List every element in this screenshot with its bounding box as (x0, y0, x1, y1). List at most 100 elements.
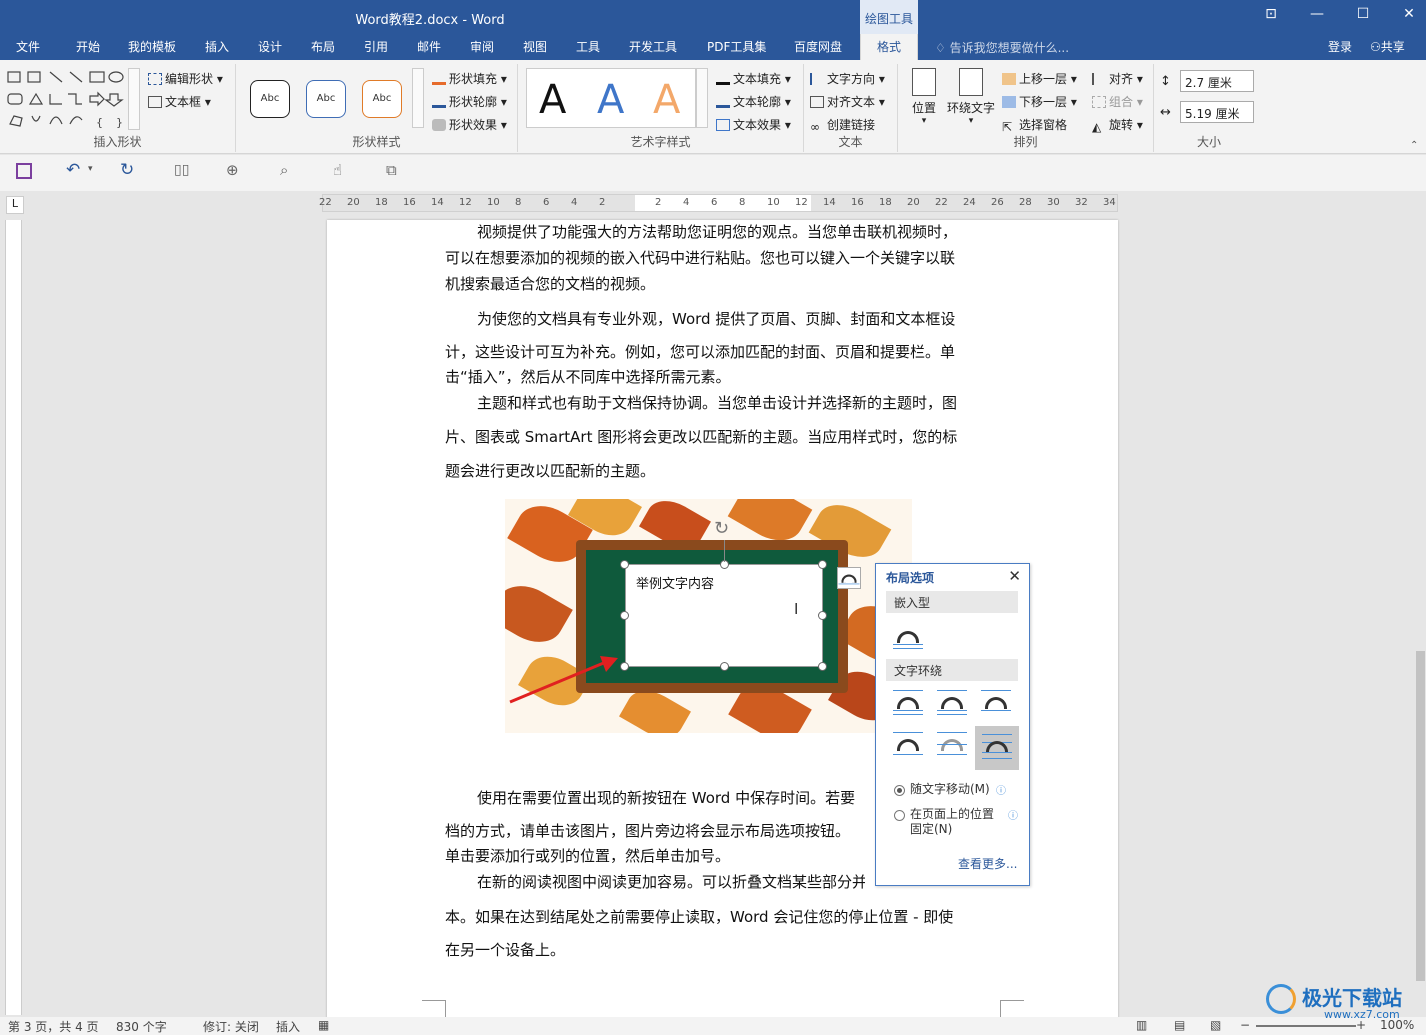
vertical-scrollbar[interactable] (1415, 191, 1426, 1017)
text-outline-button[interactable]: 文本轮廓 ▾ (716, 93, 791, 110)
layout-options-button[interactable] (837, 567, 861, 589)
top-bottom-wrap-icon[interactable] (891, 730, 925, 758)
macro-record-icon[interactable]: ▦ (318, 1018, 329, 1032)
text-fill-button[interactable]: 文本填充 ▾ (716, 70, 791, 87)
fix-position-radio[interactable] (894, 810, 905, 821)
redo-icon[interactable]: ↻ (120, 160, 134, 180)
wordart-gallery[interactable]: A A A (526, 68, 696, 128)
tab-layout[interactable]: 布局 (311, 38, 335, 55)
textbox-content[interactable]: 举例文字内容 (636, 573, 714, 592)
see-more-link[interactable]: 查看更多... (958, 855, 1017, 872)
tab-review[interactable]: 审阅 (470, 38, 494, 55)
tab-insert[interactable]: 插入 (205, 38, 229, 55)
insert-mode-status[interactable]: 插入 (276, 1018, 300, 1035)
position-button[interactable]: 位置 ▾ (906, 68, 942, 126)
close-icon[interactable]: ✕ (1008, 567, 1021, 585)
tab-baidu-netdisk[interactable]: 百度网盘 (794, 38, 842, 55)
tab-design[interactable]: 设计 (258, 38, 282, 55)
inline-with-text-icon[interactable] (891, 622, 925, 650)
save-icon[interactable] (16, 163, 32, 179)
text-direction-button[interactable]: 文字方向 ▾ (810, 70, 885, 87)
page-count[interactable]: 第 3 页，共 4 页 (8, 1018, 99, 1035)
rotate-handle-icon[interactable]: ↻ (714, 518, 729, 539)
fix-position-label[interactable]: 在页面上的位置固定(N) (910, 807, 1000, 837)
undo-dropdown-icon[interactable]: ▾ (88, 164, 93, 174)
ribbon-display-icon[interactable]: ⊡ (1260, 6, 1282, 26)
resize-handle-se[interactable] (818, 662, 827, 671)
text-effects-button[interactable]: 文本效果 ▾ (716, 116, 791, 133)
move-with-text-radio[interactable] (894, 785, 905, 796)
resize-handle-e[interactable] (818, 611, 827, 620)
undo-icon[interactable]: ↶ (66, 160, 80, 180)
word-count[interactable]: 830 个字 (116, 1018, 167, 1035)
rotate-button[interactable]: ◭ 旋转 ▾ (1092, 116, 1143, 134)
wordart-black[interactable]: A (539, 77, 566, 123)
tab-references[interactable]: 引用 (364, 38, 388, 55)
tab-file[interactable]: 文件 (16, 38, 40, 55)
shape-style-black[interactable]: Abc (250, 80, 290, 118)
shapes-more-icon[interactable] (128, 68, 140, 130)
wordart-blue[interactable]: A (597, 77, 624, 123)
web-layout-icon[interactable]: ⊕ (226, 161, 239, 179)
selection-pane-button[interactable]: ⇱ 选择窗格 (1002, 116, 1067, 134)
print-layout-view-icon[interactable]: ▤ (1174, 1018, 1185, 1032)
login-button[interactable]: 登录 (1328, 38, 1352, 55)
resize-handle-nw[interactable] (620, 560, 629, 569)
shapes-gallery[interactable]: {} (6, 68, 136, 130)
send-backward-button[interactable]: 下移一层 ▾ (1002, 93, 1077, 110)
shape-style-orange[interactable]: Abc (362, 80, 402, 118)
wrap-text-button[interactable]: 环绕文字 ▾ (946, 68, 996, 126)
close-icon[interactable]: ✕ (1398, 6, 1420, 26)
resize-handle-ne[interactable] (818, 560, 827, 569)
shape-effects-button[interactable]: 形状效果 ▾ (432, 116, 507, 133)
touch-mode-icon[interactable]: ☝ (333, 161, 342, 179)
textbox-button[interactable]: 文本框 ▾ (148, 93, 211, 110)
shape-height-input[interactable]: 2.7 厘米 (1180, 70, 1254, 92)
tight-wrap-icon[interactable] (935, 688, 969, 716)
share-button[interactable]: ⚇共享 (1370, 38, 1405, 55)
wordart-orange[interactable]: A (653, 77, 680, 123)
in-front-of-text-option-selected[interactable] (975, 726, 1019, 770)
print-preview-icon[interactable]: ⌕ (280, 161, 288, 179)
zoom-out-icon[interactable]: − (1240, 1018, 1250, 1032)
edit-shape-button[interactable]: 编辑形状 ▾ (148, 70, 223, 87)
track-changes-status[interactable]: 修订: 关闭 (203, 1018, 259, 1035)
web-layout-view-icon[interactable]: ▧ (1210, 1018, 1221, 1032)
minimize-icon[interactable]: — (1306, 6, 1328, 26)
read-mode-view-icon[interactable]: ▥ (1136, 1018, 1147, 1032)
tab-my-templates[interactable]: 我的模板 (128, 38, 176, 55)
shape-styles-more-icon[interactable] (412, 68, 424, 128)
tab-format[interactable]: 格式 (860, 34, 919, 60)
square-wrap-icon[interactable] (891, 688, 925, 716)
through-wrap-icon[interactable] (979, 688, 1013, 716)
zoom-slider[interactable] (1256, 1025, 1356, 1027)
move-with-text-label[interactable]: 随文字移动(M) (910, 782, 990, 797)
align-button[interactable]: 对齐 ▾ (1092, 70, 1143, 87)
shape-style-blue[interactable]: Abc (306, 80, 346, 118)
maximize-icon[interactable]: ☐ (1352, 6, 1374, 26)
resize-handle-s[interactable] (720, 662, 729, 671)
read-mode-icon[interactable]: ▯▯ (174, 162, 189, 178)
scrollbar-thumb[interactable] (1416, 651, 1425, 981)
shape-fill-button[interactable]: 形状填充 ▾ (432, 70, 507, 87)
info-icon[interactable]: ⓘ (996, 782, 1006, 797)
customize-icon[interactable]: ⧉ (386, 161, 397, 179)
tab-tools[interactable]: 工具 (576, 38, 600, 55)
tell-me-search[interactable]: ♢ 告诉我您想要做什么... (935, 39, 1069, 56)
behind-text-icon[interactable] (935, 730, 969, 758)
resize-handle-w[interactable] (620, 611, 629, 620)
group-button[interactable]: 组合 ▾ (1092, 93, 1143, 110)
create-link-button[interactable]: ∞ 创建链接 (810, 116, 875, 134)
bring-forward-button[interactable]: 上移一层 ▾ (1002, 70, 1077, 87)
tab-developer[interactable]: 开发工具 (629, 38, 677, 55)
tab-stop-selector[interactable]: L (6, 196, 24, 214)
horizontal-ruler[interactable]: 22 20 18 16 14 12 10 8 6 4 2 2 4 6 8 10 12 14 16 18 20 22 24 26… (319, 194, 1118, 212)
vertical-ruler[interactable] (5, 220, 22, 1015)
shape-outline-button[interactable]: 形状轮廓 ▾ (432, 93, 507, 110)
info-icon[interactable]: ⓘ (1008, 807, 1018, 822)
tab-view[interactable]: 视图 (523, 38, 547, 55)
collapse-ribbon-icon[interactable]: ⌃ (1410, 140, 1418, 151)
wordart-more-icon[interactable] (696, 68, 708, 128)
align-text-button[interactable]: 对齐文本 ▾ (810, 93, 885, 110)
shape-width-input[interactable]: 5.19 厘米 (1180, 101, 1254, 123)
